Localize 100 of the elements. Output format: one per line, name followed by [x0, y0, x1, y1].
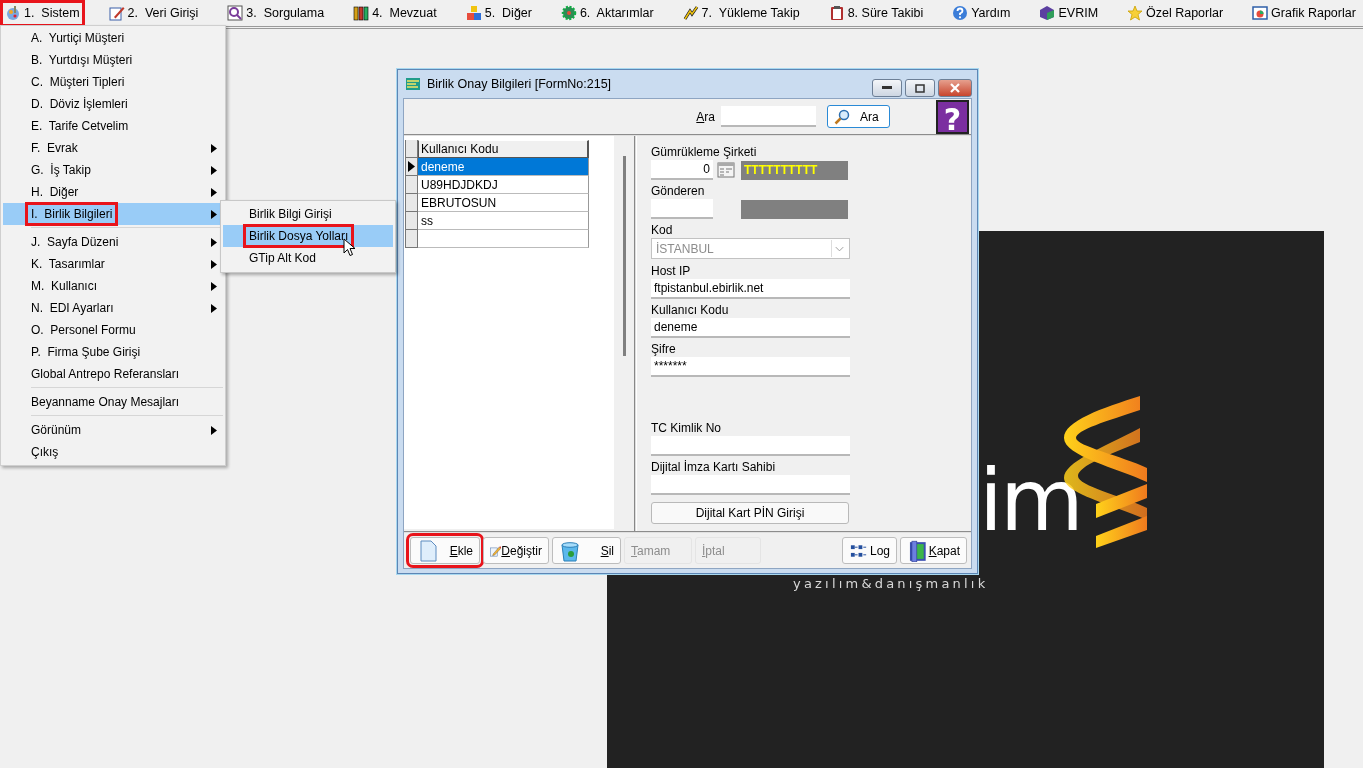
cursor-icon: [343, 238, 356, 257]
input-field[interactable]: deneme: [651, 318, 850, 338]
table-cell[interactable]: ss: [418, 212, 589, 230]
box-icon: [1039, 5, 1056, 21]
help-button[interactable]: ?: [936, 99, 969, 134]
menu-item-label: B. Yurtdışı Müşteri: [30, 52, 134, 69]
menu-bar-item[interactable]: 3. Sorgulama: [224, 1, 328, 25]
field-label: Dijital İmza Kartı Sahibi: [651, 458, 777, 475]
menu-item[interactable]: F. Evrak: [3, 137, 223, 159]
pin-entry-button[interactable]: Dijital Kart PİN Girişi: [651, 502, 849, 524]
menu-item-label: G. İş Takip: [30, 162, 92, 179]
recycle-bin-icon: [559, 539, 581, 562]
menu-item[interactable]: M. Kullanıcı: [3, 275, 223, 297]
window-title: Birlik Onay Bilgileri [FormNo:215]: [427, 77, 613, 91]
menu-item[interactable]: I. Birlik Bilgileri: [3, 203, 223, 225]
menu-bar-item[interactable]: 4. Mevzuat: [350, 1, 440, 25]
blocks-icon: [465, 5, 482, 21]
menu-item[interactable]: P. Firma Şube Girişi: [3, 341, 223, 363]
menu-item-label: N. EDI Ayarları: [30, 300, 115, 317]
menu-bar-item[interactable]: 7. Yükleme Takip: [679, 1, 803, 25]
clipboard-icon: [828, 5, 845, 21]
menu-bar-item[interactable]: 2. Veri Girişi: [105, 1, 202, 25]
menu-item[interactable]: D. Döviz İşlemleri: [3, 93, 223, 115]
input-field[interactable]: [651, 475, 850, 495]
palette-icon: [5, 5, 21, 21]
close-button[interactable]: [938, 79, 972, 97]
menu-item-label: P. Firma Şube Girişi: [30, 344, 142, 361]
action-button[interactable]: Sil: [552, 537, 621, 564]
action-button[interactable]: Kapat: [900, 537, 967, 564]
tagline: yazılım&danışmanlık: [793, 576, 989, 591]
minimize-icon: [882, 86, 892, 90]
menu-bar-item[interactable]: EVRIM: [1036, 1, 1102, 25]
menu-bar-item[interactable]: 6. Aktarımlar: [557, 1, 657, 25]
chart-window-icon: [1252, 5, 1269, 21]
input-field[interactable]: [651, 436, 850, 456]
input-field[interactable]: *******: [651, 357, 850, 377]
menu-item-label: D. Döviz İşlemleri: [30, 96, 129, 113]
door-icon: [907, 539, 929, 562]
menu-item[interactable]: Beyanname Onay Mesajları: [3, 391, 223, 413]
code-field[interactable]: [651, 199, 713, 219]
maximize-icon: [915, 83, 925, 93]
menu-item[interactable]: Görünüm: [3, 419, 223, 441]
close-icon: [950, 83, 960, 93]
menu-bar-item[interactable]: Yardım: [949, 1, 1014, 25]
minimize-button[interactable]: [872, 79, 902, 97]
books-icon: [353, 5, 370, 21]
menu-bar-item[interactable]: 5. Diğer: [462, 1, 535, 25]
menu-item[interactable]: J. Sayfa Düzeni: [3, 231, 223, 253]
menu-item[interactable]: GTip Alt Kod: [223, 247, 393, 269]
menu-item[interactable]: H. Diğer: [3, 181, 223, 203]
page-icon: [417, 539, 439, 562]
table-cell[interactable]: EBRUTOSUN: [418, 194, 589, 212]
zigzag-icon: [682, 5, 699, 21]
name-display: TTTTTTTTTT: [741, 160, 848, 180]
menu-item-label: Çıkış: [30, 444, 60, 461]
menu-bar-item[interactable]: Özel Raporlar: [1124, 1, 1227, 25]
menu-item[interactable]: C. Müşteri Tipleri: [3, 71, 223, 93]
table-cell[interactable]: [418, 230, 589, 248]
menu-item-label: E. Tarife Cetvelim: [30, 118, 130, 135]
chevron-down-icon: [831, 240, 847, 257]
field-label: Şifre: [651, 340, 677, 357]
field-label: Gümrükleme Şirketi: [651, 143, 758, 160]
input-field[interactable]: ftpistanbul.ebirlik.net: [651, 279, 850, 299]
notepad-pencil-icon: [108, 5, 125, 21]
search-button[interactable]: Ara: [827, 105, 890, 128]
menu-item[interactable]: Çıkış: [3, 441, 223, 463]
maximize-button[interactable]: [905, 79, 935, 97]
menu-item[interactable]: Birlik Bilgi Girişi: [223, 203, 393, 225]
menu-item[interactable]: G. İş Takip: [3, 159, 223, 181]
field-label: Gönderen: [651, 182, 706, 199]
action-button[interactable]: Log: [842, 537, 897, 564]
menu-item-label: J. Sayfa Düzeni: [30, 234, 120, 251]
search-label: Ara: [696, 109, 715, 124]
menu-item-label: GTip Alt Kod: [248, 250, 317, 267]
row-header[interactable]: [405, 158, 418, 176]
action-button[interactable]: Değiştir: [483, 537, 549, 564]
menu-item-label: Birlik Dosya Yolları: [245, 226, 353, 246]
menu-item[interactable]: K. Tasarımlar: [3, 253, 223, 275]
menu-item[interactable]: O. Personel Formu: [3, 319, 223, 341]
code-field[interactable]: 0: [651, 160, 713, 180]
menu-item[interactable]: N. EDI Ayarları: [3, 297, 223, 319]
menu-item[interactable]: E. Tarife Cetvelim: [3, 115, 223, 137]
search-field[interactable]: [721, 106, 816, 127]
menu-item-label: K. Tasarımlar: [30, 256, 106, 273]
search-icon: [834, 108, 850, 125]
column-header[interactable]: Kullanıcı Kodu: [418, 140, 589, 158]
calendar-picker-icon[interactable]: [717, 161, 735, 179]
menu-item[interactable]: Birlik Dosya Yolları: [223, 225, 393, 247]
menu-item[interactable]: Global Antrepo Referansları: [3, 363, 223, 385]
menu-item[interactable]: B. Yurtdışı Müşteri: [3, 49, 223, 71]
field-label: Kullanıcı Kodu: [651, 301, 730, 318]
menu-item-label: C. Müşteri Tipleri: [30, 74, 126, 91]
menu-bar-item[interactable]: Grafik Raporlar: [1249, 1, 1359, 25]
menu-bar-item[interactable]: 1. Sistem: [2, 1, 83, 25]
table-cell[interactable]: U89HDJDKDJ: [418, 176, 589, 194]
table-cell[interactable]: deneme: [418, 158, 589, 176]
scrollbar[interactable]: [622, 156, 626, 356]
menu-item-label: H. Diğer: [30, 184, 80, 201]
menu-item[interactable]: A. Yurtiçi Müşteri: [3, 27, 223, 49]
menu-bar-item[interactable]: 8. Süre Takibi: [825, 1, 927, 25]
